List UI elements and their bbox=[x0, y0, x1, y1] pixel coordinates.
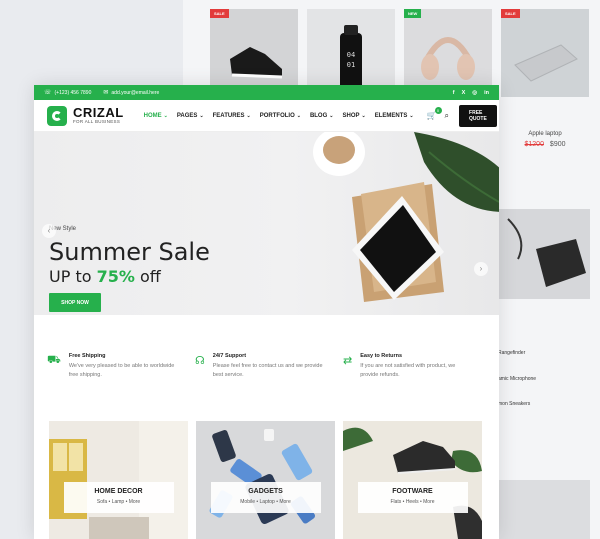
feature-free-shipping: ⛟ Free Shipping We've very pleased to be… bbox=[47, 353, 175, 378]
email-contact[interactable]: ✉ add.your@email.here bbox=[103, 89, 160, 97]
feature-returns: ⇄ Easy to Returns If you are not satisfi… bbox=[343, 353, 456, 378]
chevron-down-icon: ⌄ bbox=[409, 112, 414, 119]
hero-subtitle: UP to 75% off bbox=[49, 267, 161, 286]
logo-name: CRIZAL bbox=[73, 105, 124, 120]
hero-slider: New Style Summer Sale UP to 75% off SHOP… bbox=[34, 132, 499, 315]
sale-badge: SALE bbox=[501, 9, 520, 18]
bg-product-name[interactable]: Apple laptop bbox=[500, 131, 590, 137]
category-label: HOME DECOR Sofa • Lamp • More bbox=[63, 482, 174, 513]
chevron-down-icon: ⌄ bbox=[199, 112, 204, 119]
nav-item-home[interactable]: HOME ⌄ bbox=[144, 113, 168, 119]
hero-image bbox=[313, 132, 499, 302]
phone-contact[interactable]: ☏ (+123) 456 7890 bbox=[44, 89, 92, 97]
phone-number: (+123) 456 7890 bbox=[54, 89, 92, 96]
cart-icon[interactable]: 🛒 0 bbox=[427, 107, 442, 120]
category-footware[interactable]: FOOTWARE Flats • Heels • More bbox=[343, 421, 482, 539]
nav-item-blog[interactable]: BLOG ⌄ bbox=[310, 113, 334, 119]
bg-product-headphones[interactable]: NEW bbox=[404, 9, 492, 97]
category-label: GADGETS Mobile • Laptop • More bbox=[210, 482, 321, 513]
category-grid: HOME DECOR Sofa • Lamp • More GADGETS Mo… bbox=[49, 421, 482, 539]
social-links: f X ◎ in bbox=[453, 90, 489, 96]
bg-product-bottle[interactable]: 04 01 bbox=[307, 9, 395, 97]
nav-item-portfolio[interactable]: PORTFOLIO ⌄ bbox=[260, 113, 301, 119]
main-nav: CRIZAL FOR ALL BUSINESS HOME ⌄ PAGES ⌄ FEA… bbox=[34, 100, 499, 132]
bottle-image: 04 01 bbox=[340, 25, 362, 91]
search-icon[interactable]: ⌕ bbox=[445, 111, 449, 121]
email-address: add.your@email.here bbox=[111, 89, 160, 96]
mail-icon: ✉ bbox=[103, 90, 109, 96]
tablet-image bbox=[507, 218, 586, 287]
nav-item-elements[interactable]: ELEMENTS ⌄ bbox=[375, 113, 414, 119]
phone-icon: ☏ bbox=[44, 90, 52, 96]
chevron-left-icon[interactable]: ‹ bbox=[42, 224, 56, 238]
nav-item-shop[interactable]: SHOP ⌄ bbox=[342, 113, 365, 119]
bg-product-laptop[interactable]: SALE bbox=[501, 9, 589, 97]
logo-tagline: FOR ALL BUSINESS bbox=[73, 119, 121, 124]
bg-product-sneaker[interactable]: SALE bbox=[210, 9, 298, 97]
linkedin-icon[interactable]: in bbox=[484, 90, 489, 96]
gadgets-image bbox=[196, 421, 335, 539]
bg-product-tablet[interactable] bbox=[498, 209, 590, 299]
nav-menu: HOME ⌄ PAGES ⌄ FEATURES ⌄ PORTFOLIO ⌄ BLOG ⌄ … bbox=[144, 113, 414, 119]
feature-support: ☊ 24/7 Support Please feel free to conta… bbox=[195, 353, 323, 378]
bg-list-item[interactable]: amic Microphone bbox=[498, 376, 536, 382]
bg-list-item[interactable]: mon Sneakers bbox=[498, 401, 530, 407]
bg-list-item[interactable]: Rangefinder bbox=[498, 350, 525, 356]
chevron-down-icon: ⌄ bbox=[163, 112, 168, 119]
new-price: $900 bbox=[549, 141, 566, 148]
nav-item-features[interactable]: FEATURES ⌄ bbox=[213, 113, 251, 119]
hero-title: Summer Sale bbox=[49, 238, 210, 266]
shop-now-button[interactable]: SHOP NOW bbox=[49, 293, 101, 312]
logo-mark-icon bbox=[47, 105, 67, 126]
chevron-down-icon: ⌄ bbox=[296, 112, 301, 119]
truck-icon: ⛟ bbox=[47, 354, 61, 366]
sneaker-image bbox=[230, 47, 283, 79]
nav-item-pages[interactable]: PAGES ⌄ bbox=[177, 113, 204, 119]
home-decor-image bbox=[49, 421, 188, 539]
cart-count: 0 bbox=[434, 107, 442, 114]
chevron-down-icon: ⌄ bbox=[329, 112, 334, 119]
svg-text:01: 01 bbox=[347, 61, 355, 69]
instagram-icon[interactable]: ◎ bbox=[472, 90, 477, 96]
logo[interactable]: CRIZAL FOR ALL BUSINESS bbox=[47, 105, 124, 126]
facebook-icon[interactable]: f bbox=[453, 90, 455, 96]
category-gadgets[interactable]: GADGETS Mobile • Laptop • More bbox=[196, 421, 335, 539]
category-home-decor[interactable]: HOME DECOR Sofa • Lamp • More bbox=[49, 421, 188, 539]
features-row: ⛟ Free Shipping We've very pleased to be… bbox=[34, 353, 499, 380]
headset-icon: ☊ bbox=[195, 355, 205, 367]
x-icon[interactable]: X bbox=[462, 90, 466, 96]
chevron-down-icon: ⌄ bbox=[246, 112, 251, 119]
laptop-image bbox=[514, 44, 578, 82]
returns-icon: ⇄ bbox=[343, 355, 353, 367]
headphones-image bbox=[421, 37, 475, 80]
bg-product-image[interactable] bbox=[498, 480, 590, 539]
chevron-down-icon: ⌄ bbox=[361, 112, 366, 119]
footware-image bbox=[343, 421, 482, 539]
new-badge: NEW bbox=[404, 9, 422, 18]
sale-badge: SALE bbox=[210, 9, 229, 18]
category-label: FOOTWARE Flats • Heels • More bbox=[357, 482, 468, 513]
crizal-site-preview: ☏ (+123) 456 7890 ✉ add.your@email.here … bbox=[34, 85, 499, 539]
nav-icons: 🛒 0 ⌕ bbox=[427, 107, 449, 121]
old-price: $1200 bbox=[524, 141, 544, 148]
free-quote-button[interactable]: FREE QUOTE bbox=[459, 104, 497, 127]
svg-text:04: 04 bbox=[347, 51, 355, 59]
bg-product-price: $1200 $900 bbox=[500, 141, 590, 148]
top-bar: ☏ (+123) 456 7890 ✉ add.your@email.here … bbox=[34, 85, 499, 100]
chevron-right-icon[interactable]: › bbox=[474, 262, 488, 276]
